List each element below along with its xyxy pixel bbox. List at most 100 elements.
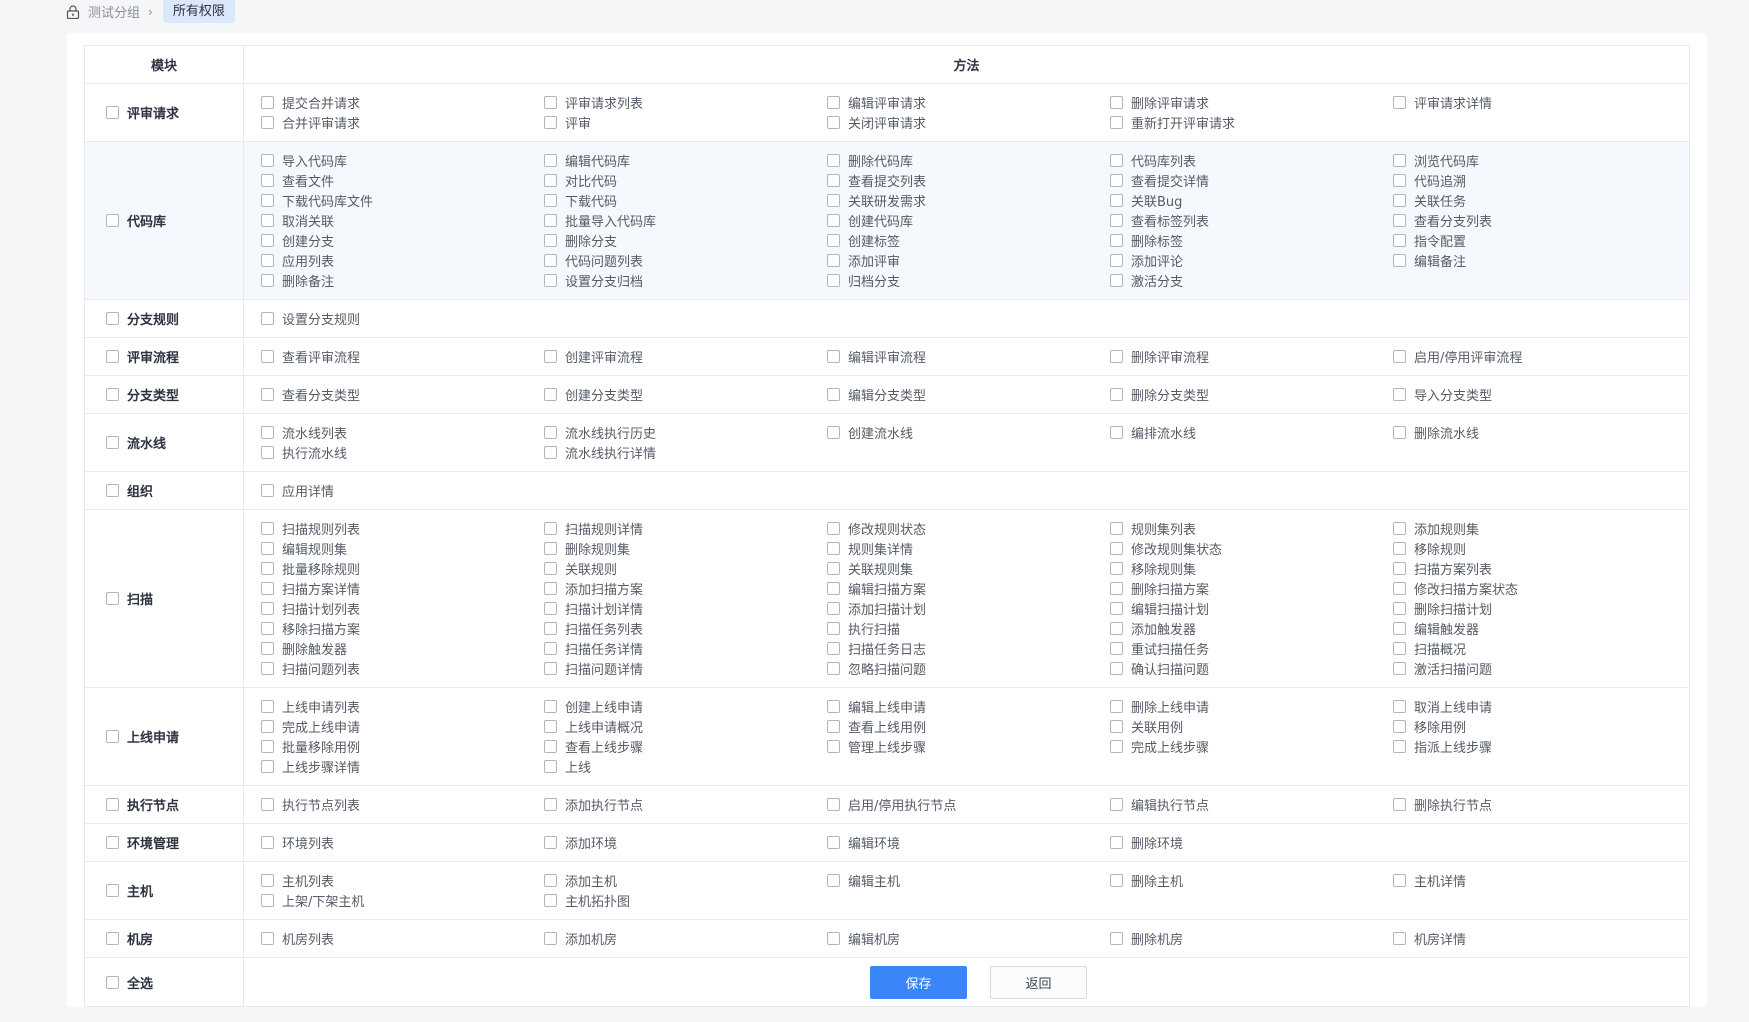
permission-checkbox[interactable]: 关联规则集 bbox=[827, 558, 1110, 578]
permission-checkbox[interactable]: 编辑扫描方案 bbox=[827, 578, 1110, 598]
permission-checkbox[interactable]: 添加环境 bbox=[544, 832, 827, 852]
checkbox-icon[interactable] bbox=[544, 273, 557, 287]
permission-checkbox[interactable]: 删除主机 bbox=[1110, 870, 1393, 890]
checkbox-icon[interactable] bbox=[1110, 233, 1123, 247]
permission-checkbox[interactable]: 评审 bbox=[544, 112, 827, 132]
checkbox-icon[interactable] bbox=[261, 601, 274, 615]
checkbox-icon[interactable] bbox=[1110, 835, 1123, 849]
permission-checkbox[interactable]: 添加扫描方案 bbox=[544, 578, 827, 598]
checkbox-icon[interactable] bbox=[1110, 115, 1123, 129]
permission-checkbox[interactable]: 查看上线步骤 bbox=[544, 736, 827, 756]
permission-checkbox[interactable]: 添加评审 bbox=[827, 250, 1110, 270]
permission-checkbox[interactable]: 查看提交详情 bbox=[1110, 170, 1393, 190]
checkbox-icon[interactable] bbox=[827, 233, 840, 247]
permission-checkbox[interactable]: 取消关联 bbox=[261, 210, 544, 230]
checkbox-icon[interactable] bbox=[827, 273, 840, 287]
checkbox-icon[interactable] bbox=[1393, 425, 1406, 439]
checkbox-icon[interactable] bbox=[261, 739, 274, 753]
checkbox-icon[interactable] bbox=[106, 484, 119, 497]
checkbox-icon[interactable] bbox=[544, 115, 557, 129]
permission-checkbox[interactable]: 添加触发器 bbox=[1110, 618, 1393, 638]
permission-checkbox[interactable]: 关联Bug bbox=[1110, 190, 1393, 210]
back-button[interactable]: 返回 bbox=[990, 965, 1087, 999]
checkbox-icon[interactable] bbox=[1393, 541, 1406, 555]
permission-checkbox[interactable]: 完成上线申请 bbox=[261, 716, 544, 736]
permission-checkbox[interactable]: 删除上线申请 bbox=[1110, 696, 1393, 716]
permission-checkbox[interactable]: 移除扫描方案 bbox=[261, 618, 544, 638]
checkbox-icon[interactable] bbox=[1110, 425, 1123, 439]
permission-checkbox[interactable]: 创建上线申请 bbox=[544, 696, 827, 716]
permission-checkbox[interactable]: 查看分支类型 bbox=[261, 384, 544, 404]
checkbox-icon[interactable] bbox=[544, 445, 557, 459]
checkbox-icon[interactable] bbox=[106, 798, 119, 811]
permission-checkbox[interactable]: 导入代码库 bbox=[261, 150, 544, 170]
checkbox-icon[interactable] bbox=[827, 601, 840, 615]
permission-checkbox[interactable]: 扫描方案列表 bbox=[1393, 558, 1676, 578]
permission-checkbox[interactable]: 流水线列表 bbox=[261, 422, 544, 442]
module-checkbox[interactable]: 流水线 bbox=[106, 433, 243, 452]
checkbox-icon[interactable] bbox=[1393, 173, 1406, 187]
checkbox-icon[interactable] bbox=[544, 739, 557, 753]
permission-checkbox[interactable]: 代码问题列表 bbox=[544, 250, 827, 270]
permission-checkbox[interactable]: 删除备注 bbox=[261, 270, 544, 290]
checkbox-icon[interactable] bbox=[544, 349, 557, 363]
checkbox-icon[interactable] bbox=[261, 521, 274, 535]
checkbox-icon[interactable] bbox=[827, 425, 840, 439]
checkbox-icon[interactable] bbox=[827, 115, 840, 129]
permission-checkbox[interactable]: 机房列表 bbox=[261, 928, 544, 948]
module-checkbox[interactable]: 组织 bbox=[106, 481, 243, 500]
checkbox-icon[interactable] bbox=[544, 233, 557, 247]
permission-checkbox[interactable]: 浏览代码库 bbox=[1393, 150, 1676, 170]
permission-checkbox[interactable]: 编辑分支类型 bbox=[827, 384, 1110, 404]
checkbox-icon[interactable] bbox=[261, 483, 274, 497]
checkbox-icon[interactable] bbox=[1110, 873, 1123, 887]
checkbox-icon[interactable] bbox=[827, 661, 840, 675]
checkbox-icon[interactable] bbox=[1393, 641, 1406, 655]
checkbox-icon[interactable] bbox=[1110, 739, 1123, 753]
permission-checkbox[interactable]: 关联任务 bbox=[1393, 190, 1676, 210]
permission-checkbox[interactable]: 查看分支列表 bbox=[1393, 210, 1676, 230]
checkbox-icon[interactable] bbox=[106, 932, 119, 945]
checkbox-icon[interactable] bbox=[544, 719, 557, 733]
module-checkbox[interactable]: 评审请求 bbox=[106, 103, 243, 122]
checkbox-icon[interactable] bbox=[106, 975, 119, 989]
permission-checkbox[interactable]: 提交合并请求 bbox=[261, 92, 544, 112]
permission-checkbox[interactable]: 删除代码库 bbox=[827, 150, 1110, 170]
permission-checkbox[interactable]: 评审请求详情 bbox=[1393, 92, 1676, 112]
checkbox-icon[interactable] bbox=[1393, 521, 1406, 535]
permission-checkbox[interactable]: 代码库列表 bbox=[1110, 150, 1393, 170]
permission-checkbox[interactable]: 扫描计划详情 bbox=[544, 598, 827, 618]
checkbox-icon[interactable] bbox=[1110, 95, 1123, 109]
permission-checkbox[interactable]: 添加规则集 bbox=[1393, 518, 1676, 538]
permission-checkbox[interactable]: 扫描任务日志 bbox=[827, 638, 1110, 658]
permission-checkbox[interactable]: 归档分支 bbox=[827, 270, 1110, 290]
permission-checkbox[interactable]: 删除标签 bbox=[1110, 230, 1393, 250]
checkbox-icon[interactable] bbox=[1393, 561, 1406, 575]
module-checkbox[interactable]: 扫描 bbox=[106, 589, 243, 608]
permission-checkbox[interactable]: 创建评审流程 bbox=[544, 346, 827, 366]
checkbox-icon[interactable] bbox=[261, 153, 274, 167]
module-checkbox[interactable]: 分支类型 bbox=[106, 385, 243, 404]
permission-checkbox[interactable]: 查看评审流程 bbox=[261, 346, 544, 366]
checkbox-icon[interactable] bbox=[1110, 387, 1123, 401]
checkbox-icon[interactable] bbox=[1110, 213, 1123, 227]
permission-checkbox[interactable]: 上线申请概况 bbox=[544, 716, 827, 736]
checkbox-icon[interactable] bbox=[261, 581, 274, 595]
permission-checkbox[interactable]: 指派上线步骤 bbox=[1393, 736, 1676, 756]
permission-checkbox[interactable]: 确认扫描问题 bbox=[1110, 658, 1393, 678]
checkbox-icon[interactable] bbox=[1110, 193, 1123, 207]
permission-checkbox[interactable]: 编辑评审请求 bbox=[827, 92, 1110, 112]
checkbox-icon[interactable] bbox=[261, 253, 274, 267]
checkbox-icon[interactable] bbox=[1393, 739, 1406, 753]
select-all-checkbox[interactable]: 全选 bbox=[106, 973, 243, 992]
permission-checkbox[interactable]: 扫描规则详情 bbox=[544, 518, 827, 538]
checkbox-icon[interactable] bbox=[827, 699, 840, 713]
checkbox-icon[interactable] bbox=[1393, 797, 1406, 811]
permission-checkbox[interactable]: 编辑主机 bbox=[827, 870, 1110, 890]
permission-checkbox[interactable]: 完成上线步骤 bbox=[1110, 736, 1393, 756]
permission-checkbox[interactable]: 查看提交列表 bbox=[827, 170, 1110, 190]
permission-checkbox[interactable]: 主机详情 bbox=[1393, 870, 1676, 890]
checkbox-icon[interactable] bbox=[106, 350, 119, 363]
checkbox-icon[interactable] bbox=[261, 873, 274, 887]
checkbox-icon[interactable] bbox=[1393, 621, 1406, 635]
